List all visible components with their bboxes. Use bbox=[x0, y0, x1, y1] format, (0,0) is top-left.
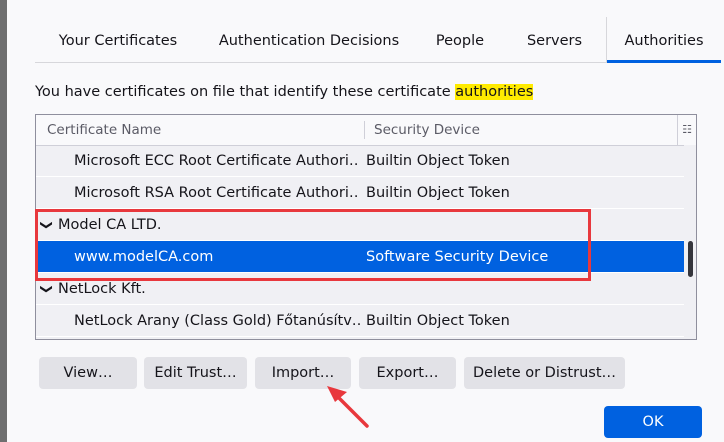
certificate-name: Microsoft RSA Root Certificate Authori… bbox=[74, 185, 360, 201]
security-device: Builtin Object Token bbox=[366, 153, 510, 169]
ok-button[interactable]: OK bbox=[604, 406, 702, 438]
authorities-description: You have certificates on file that ident… bbox=[35, 84, 534, 100]
scrollbar-thumb[interactable] bbox=[688, 241, 693, 277]
tab-authentication-decisions[interactable]: Authentication Decisions bbox=[201, 17, 417, 62]
tab-bar: Your Certificates Authentication Decisio… bbox=[35, 17, 721, 63]
tab-people[interactable]: People bbox=[417, 17, 503, 62]
tree-row[interactable]: NetLock Arany (Class Gold) Főtanúsítv… B… bbox=[36, 305, 684, 337]
tree-scrollbar[interactable] bbox=[684, 145, 696, 339]
tab-servers[interactable]: Servers bbox=[503, 17, 606, 62]
tree-header: Certificate Name Security Device ☷ bbox=[36, 115, 696, 146]
column-picker-icon[interactable]: ☷ bbox=[677, 115, 696, 145]
delete-or-distrust-button[interactable]: Delete or Distrust… bbox=[464, 357, 625, 389]
description-text: You have certificates on file that ident… bbox=[35, 84, 456, 100]
tab-authorities[interactable]: Authorities bbox=[607, 17, 721, 63]
column-header-certificate-name[interactable]: Certificate Name bbox=[47, 115, 161, 145]
view-button[interactable]: View… bbox=[39, 357, 137, 389]
security-device: Builtin Object Token bbox=[366, 313, 510, 329]
certificate-manager-dialog: Your Certificates Authentication Decisio… bbox=[7, 0, 724, 442]
highlighted-word: authorities bbox=[455, 84, 534, 100]
column-header-security-device[interactable]: Security Device bbox=[374, 115, 480, 145]
security-device: Builtin Object Token bbox=[366, 185, 510, 201]
tree-row[interactable]: Microsoft ECC Root Certificate Authori… … bbox=[36, 145, 684, 177]
column-divider[interactable] bbox=[364, 121, 365, 139]
tab-your-certificates[interactable]: Your Certificates bbox=[35, 17, 201, 62]
annotation-highlight-box bbox=[35, 209, 591, 281]
edit-trust-button[interactable]: Edit Trust… bbox=[144, 357, 247, 389]
certificate-name: NetLock Arany (Class Gold) Főtanúsítv… bbox=[74, 313, 360, 329]
tree-row[interactable]: Microsoft RSA Root Certificate Authori… … bbox=[36, 177, 684, 209]
annotation-arrow-icon bbox=[327, 386, 369, 428]
export-button[interactable]: Export… bbox=[359, 357, 456, 389]
certificate-name: Microsoft ECC Root Certificate Authori… bbox=[74, 153, 360, 169]
